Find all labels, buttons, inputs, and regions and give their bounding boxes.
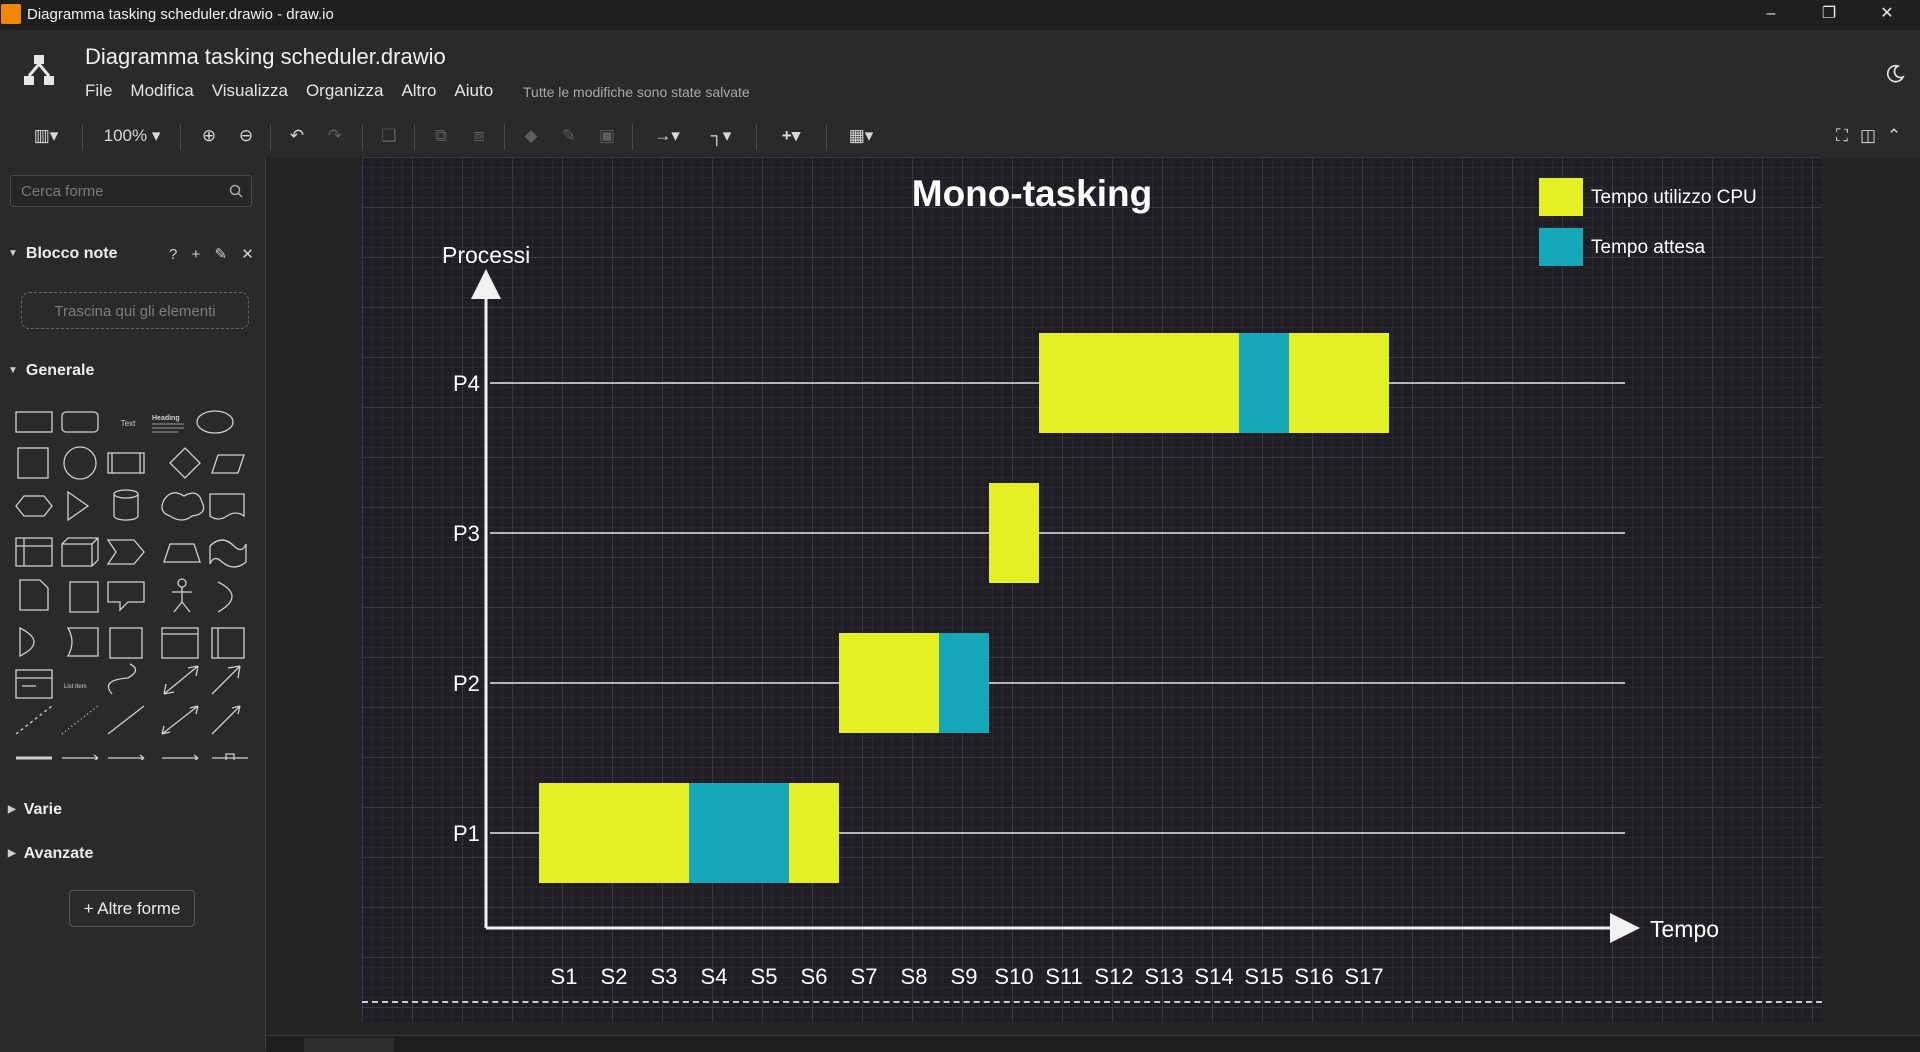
segment-p4-wait-7[interactable] — [1239, 333, 1289, 433]
segment-p1-cpu-0[interactable] — [539, 783, 689, 883]
x-tick-s15: S15 — [1244, 964, 1283, 989]
y-axis-label[interactable]: Processi — [442, 242, 530, 268]
x-tick-s14: S14 — [1194, 964, 1233, 989]
process-label-p4[interactable]: P4 — [453, 371, 480, 396]
x-tick-s1: S1 — [551, 964, 578, 989]
segment-p2-wait-4[interactable] — [939, 633, 989, 733]
x-tick-s12: S12 — [1094, 964, 1133, 989]
x-tick-s8: S8 — [901, 964, 928, 989]
x-tick-s2: S2 — [601, 964, 628, 989]
segment-p3-cpu-5[interactable] — [989, 483, 1039, 583]
segment-p2-cpu-3[interactable] — [839, 633, 939, 733]
x-tick-s7: S7 — [851, 964, 878, 989]
x-tick-s17: S17 — [1344, 964, 1383, 989]
x-tick-s9: S9 — [951, 964, 978, 989]
legend-label-1[interactable]: Tempo attesa — [1591, 237, 1705, 258]
x-tick-s13: S13 — [1144, 964, 1183, 989]
segment-p4-cpu-6[interactable] — [1039, 333, 1239, 433]
x-tick-s4: S4 — [701, 964, 728, 989]
segment-p1-cpu-2[interactable] — [789, 783, 839, 883]
x-axis-label[interactable]: Tempo — [1650, 916, 1719, 942]
x-tick-s11: S11 — [1045, 964, 1083, 989]
x-tick-s10: S10 — [994, 964, 1033, 989]
legend-label-0[interactable]: Tempo utilizzo CPU — [1591, 187, 1757, 208]
legend-swatch-1[interactable] — [1539, 228, 1583, 266]
x-tick-s16: S16 — [1294, 964, 1333, 989]
segment-p1-wait-1[interactable] — [689, 783, 789, 883]
process-label-p3[interactable]: P3 — [453, 521, 480, 546]
chart-title[interactable]: Mono-tasking — [912, 173, 1152, 214]
x-tick-s5: S5 — [751, 964, 778, 989]
x-tick-s3: S3 — [651, 964, 678, 989]
gantt-chart[interactable]: P1 P2 P3 P4 S1 S2 S3 S4 S5 S6 S7 S8 S9 S10 S11 S12 S13 S1… — [0, 0, 1920, 1051]
process-label-p1[interactable]: P1 — [453, 821, 480, 846]
x-tick-s6: S6 — [801, 964, 828, 989]
page-tabs-bar — [266, 1035, 1920, 1052]
page-tab[interactable] — [304, 1038, 394, 1052]
segment-p4-cpu-8[interactable] — [1289, 333, 1389, 433]
legend-swatch-0[interactable] — [1539, 178, 1583, 216]
process-label-p2[interactable]: P2 — [453, 671, 480, 696]
